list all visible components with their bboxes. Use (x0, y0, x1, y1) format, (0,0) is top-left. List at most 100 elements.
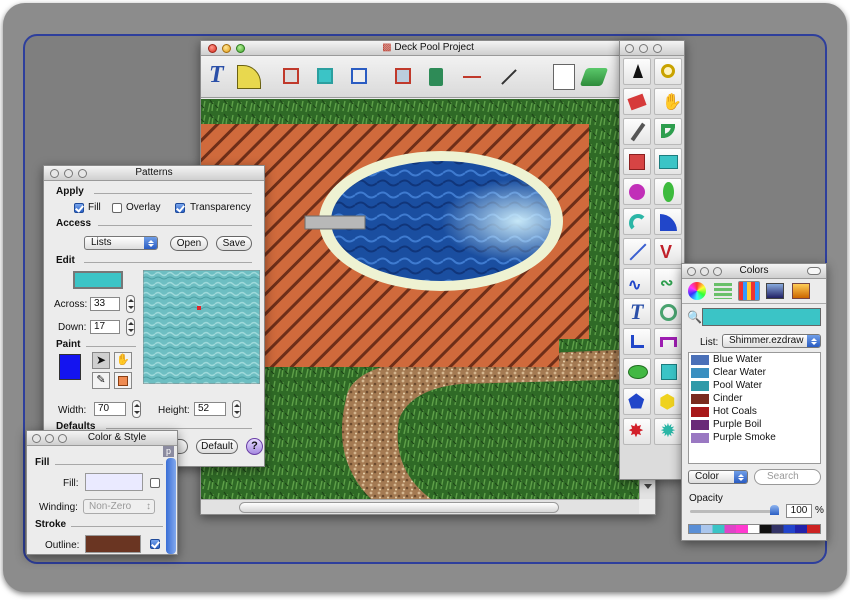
text-tool-icon[interactable]: T (209, 62, 224, 89)
bracket-tool[interactable] (654, 328, 682, 355)
transparency-checkbox[interactable] (175, 203, 185, 213)
lists-popup[interactable]: Lists (84, 236, 158, 250)
connector-tool[interactable] (623, 328, 651, 355)
palette-close-button[interactable] (625, 44, 634, 53)
width-stepper[interactable] (132, 400, 141, 418)
layers-icon[interactable] (579, 68, 609, 86)
save-button[interactable]: Save (216, 236, 252, 251)
spline-tool[interactable]: ∾ (654, 268, 682, 295)
zoom-tool[interactable] (654, 58, 682, 85)
height-stepper[interactable] (232, 400, 241, 418)
rounded-rect-tool[interactable] (654, 148, 682, 175)
star-tool[interactable]: ✹ (654, 418, 682, 445)
group-icon[interactable] (283, 68, 299, 84)
list-item[interactable]: Purple Smoke (713, 432, 776, 443)
color-list[interactable]: Blue Water Clear Water Pool Water Cinder… (688, 352, 821, 464)
rectangle-tool[interactable] (623, 148, 651, 175)
color-style-title-bar[interactable]: Color & Style (27, 431, 177, 446)
palette-zoom-button[interactable] (653, 44, 662, 53)
color-wheel-icon[interactable] (688, 282, 706, 300)
color-palettes-icon[interactable] (738, 281, 760, 301)
image-palettes-icon[interactable] (766, 283, 784, 299)
line-style-icon[interactable] (501, 69, 517, 85)
colors-title-bar[interactable]: Colors (682, 264, 826, 279)
select-paint-icon[interactable]: ➤ (92, 352, 110, 369)
hand-icon[interactable]: ✋ (114, 352, 132, 369)
oval-tool[interactable] (654, 178, 682, 205)
title-bar[interactable]: ▩ Deck Pool Project (201, 41, 655, 56)
search-field[interactable]: Search (754, 469, 821, 485)
callout-tool[interactable] (623, 358, 651, 385)
overlay-checkbox[interactable] (112, 203, 122, 213)
arrange-icon[interactable] (395, 68, 411, 84)
down-stepper[interactable] (126, 318, 135, 336)
list-item[interactable]: Cinder (713, 393, 742, 404)
ruler-tool-icon[interactable] (237, 65, 261, 89)
opacity-slider-thumb[interactable] (770, 505, 779, 515)
down-field[interactable]: 17 (90, 320, 120, 334)
list-item[interactable]: Hot Coals (713, 406, 757, 417)
toolbar-toggle-button[interactable] (807, 267, 821, 275)
polygon-tool[interactable]: ⬟ (623, 388, 651, 415)
burst-tool[interactable]: ✸ (623, 418, 651, 445)
ungroup-icon[interactable] (317, 68, 333, 84)
spiral-tool[interactable] (654, 298, 682, 325)
magnifier-icon[interactable]: 🔍 (687, 310, 702, 324)
height-field[interactable]: 52 (194, 402, 226, 416)
scroll-thumb[interactable] (239, 502, 559, 513)
palette-minimize-button[interactable] (639, 44, 648, 53)
fill-enable-checkbox[interactable] (150, 478, 160, 488)
paint-color-well[interactable] (59, 354, 81, 380)
bezier-tool[interactable] (654, 118, 682, 145)
style-scrollbar[interactable] (166, 458, 176, 554)
color-mode-popup[interactable]: Color (688, 470, 748, 484)
list-item[interactable]: Pool Water (713, 380, 762, 391)
open-button[interactable]: Open (170, 236, 208, 251)
color-list-popup[interactable]: Shimmer.ezdraw (722, 334, 821, 348)
regular-polygon-tool[interactable]: ⬢ (654, 388, 682, 415)
across-field[interactable]: 33 (90, 297, 120, 311)
style-tab[interactable]: p (163, 446, 174, 457)
pie-tool[interactable] (654, 208, 682, 235)
arc-tool[interactable] (623, 208, 651, 235)
pattern-swatch[interactable] (73, 271, 123, 289)
freehand-tool[interactable]: ∿ (623, 268, 651, 295)
swatch-bar[interactable] (688, 524, 821, 534)
fill-checkbox[interactable] (74, 203, 84, 213)
note-tool[interactable] (654, 358, 682, 385)
scroll-down-icon[interactable] (644, 484, 652, 489)
current-color-well[interactable] (702, 308, 821, 326)
pattern-preview[interactable] (143, 270, 260, 384)
color-style-minimize-button[interactable] (45, 434, 54, 443)
image-icon[interactable] (351, 68, 367, 84)
across-stepper[interactable] (126, 295, 135, 313)
width-field[interactable]: 70 (94, 402, 126, 416)
line-tool[interactable] (623, 238, 651, 265)
circle-tool[interactable] (623, 178, 651, 205)
list-item[interactable]: Purple Boil (713, 419, 761, 430)
list-item[interactable]: Clear Water (713, 367, 766, 378)
winding-popup[interactable]: Non-Zero ↕ (83, 499, 155, 514)
opacity-slider[interactable] (690, 510, 778, 513)
patterns-title-bar[interactable]: Patterns (44, 166, 264, 181)
help-button[interactable]: ? (246, 438, 263, 455)
crayons-icon[interactable] (792, 283, 810, 299)
doc-icon[interactable] (553, 64, 575, 90)
horizontal-scrollbar[interactable] (201, 499, 639, 514)
default-button[interactable]: Default (196, 439, 238, 454)
eyedropper-tool[interactable] (623, 118, 651, 145)
palette-title-bar[interactable] (620, 41, 684, 56)
fill-color-well[interactable] (85, 473, 143, 491)
bucket-icon[interactable] (114, 372, 132, 389)
outline-color-well[interactable] (85, 535, 141, 553)
opacity-field[interactable]: 100 (786, 504, 812, 518)
text-tool[interactable]: T (623, 298, 651, 325)
rotate-tool[interactable] (623, 88, 651, 115)
pencil-icon[interactable]: ✎ (92, 372, 110, 389)
align-icon[interactable] (429, 68, 443, 86)
drawing-canvas[interactable] (201, 99, 639, 499)
list-item[interactable]: Blue Water (713, 354, 762, 365)
color-sliders-icon[interactable] (714, 283, 732, 299)
outline-enable-checkbox[interactable] (150, 539, 160, 549)
line-weight-icon[interactable] (463, 76, 481, 78)
